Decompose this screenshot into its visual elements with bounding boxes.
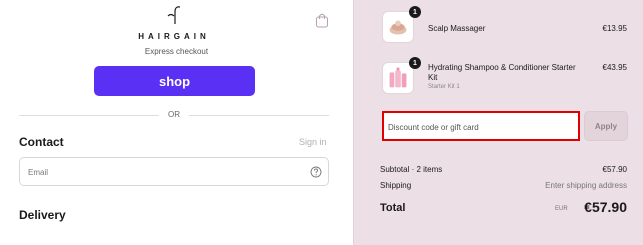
discount-field[interactable]: [382, 111, 580, 141]
product-thumbnail: [382, 11, 414, 43]
email-field[interactable]: [19, 157, 329, 186]
question-circle-icon[interactable]: [310, 166, 322, 178]
sign-in-link[interactable]: Sign in: [299, 137, 327, 147]
apply-discount-button[interactable]: Apply: [584, 111, 628, 141]
scalp-massager-image: [389, 20, 407, 35]
express-checkout-label: Express checkout: [144, 47, 209, 56]
shopping-bag-icon[interactable]: [315, 12, 329, 28]
item-name: Hydrating Shampoo & Conditioner Starter …: [428, 63, 576, 82]
total-value: €57.90: [584, 199, 627, 215]
currency-code: EUR: [555, 206, 568, 212]
hairgain-logo-icon: [167, 6, 181, 24]
total-label: Total: [380, 202, 406, 214]
item-name: Scalp Massager: [428, 24, 486, 33]
column-divider: [353, 0, 354, 245]
or-divider: OR: [19, 110, 329, 120]
shop-pay-button[interactable]: shop: [94, 66, 255, 96]
email-input[interactable]: [28, 166, 288, 178]
shampoo-kit-image: [389, 67, 407, 88]
apply-label: Apply: [594, 121, 618, 131]
brand-name[interactable]: HAIRGAIN: [128, 32, 220, 41]
checkout-page: HAIRGAIN Express checkout shop OR Contac…: [0, 0, 643, 245]
contact-heading: Contact: [19, 135, 64, 149]
discount-code-input[interactable]: [388, 121, 568, 133]
order-summary-panel: 1 Scalp Massager €13.95 1 Hydrating Sham…: [353, 0, 643, 245]
quantity-badge: 1: [409, 57, 421, 69]
product-thumbnail: [382, 62, 414, 94]
quantity-badge: 1: [409, 6, 421, 18]
subtotal-label: Subtotal · 2 items: [380, 165, 443, 174]
checkout-form-column: HAIRGAIN Express checkout shop OR Contac…: [0, 0, 353, 245]
delivery-heading: Delivery: [19, 208, 66, 222]
or-label: OR: [168, 110, 180, 119]
subtotal-value: €57.90: [602, 165, 627, 174]
item-price: €13.95: [602, 24, 627, 33]
shipping-label: Shipping: [380, 181, 412, 190]
shipping-value: Enter shipping address: [545, 181, 627, 190]
item-variant: Starter Kit 1: [428, 84, 460, 90]
shop-pay-label: shop: [158, 73, 191, 89]
divider-line-left: [19, 115, 159, 116]
divider-line-right: [189, 115, 329, 116]
item-price: €43.95: [602, 63, 627, 72]
